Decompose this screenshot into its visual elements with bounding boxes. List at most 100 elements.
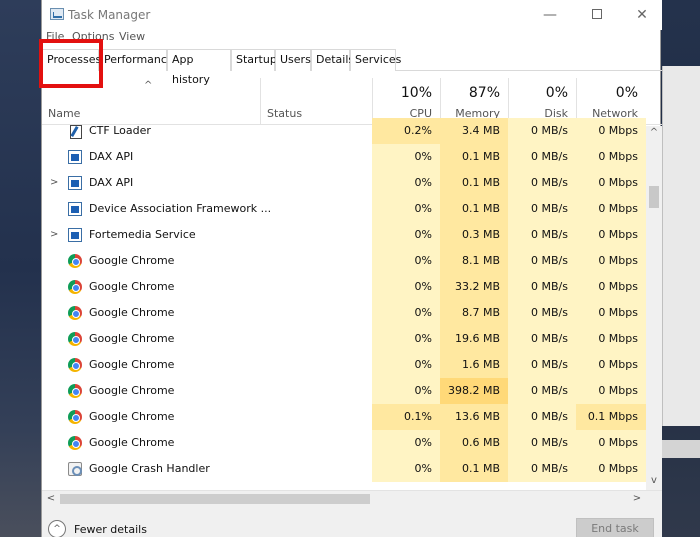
- process-name: Google Chrome: [89, 436, 175, 449]
- menu-view[interactable]: View: [119, 30, 145, 43]
- process-name: Google Chrome: [89, 384, 175, 397]
- cpu-cell: 0%: [372, 300, 440, 326]
- table-row[interactable]: Google Chrome 0% 0.6 MB 0 MB/s 0 Mbps: [42, 430, 646, 456]
- process-name: Google Chrome: [89, 280, 175, 293]
- process-name: Google Chrome: [89, 358, 175, 371]
- menu-file[interactable]: File: [46, 30, 64, 43]
- tab-performance[interactable]: Performance: [99, 49, 174, 71]
- close-button[interactable]: ✕: [622, 4, 662, 26]
- network-cell: 0.1 Mbps: [576, 404, 646, 430]
- memory-total-percent: 87%: [468, 85, 500, 101]
- tab-startup[interactable]: Startup: [231, 49, 277, 71]
- process-name: Fortemedia Service: [89, 228, 196, 241]
- disk-total-percent: 0%: [545, 85, 568, 101]
- network-total-percent: 0%: [615, 85, 638, 101]
- cpu-cell: 0%: [372, 222, 440, 248]
- table-row[interactable]: Google Chrome 0% 1.6 MB 0 MB/s 0 Mbps: [42, 352, 646, 378]
- app-icon: [68, 228, 82, 242]
- disk-cell: 0 MB/s: [508, 170, 576, 196]
- tab-users[interactable]: Users: [275, 49, 311, 71]
- maximize-button[interactable]: [577, 4, 617, 26]
- process-name: Device Association Framework ...: [89, 202, 272, 215]
- disk-cell: 0 MB/s: [508, 248, 576, 274]
- disk-cell: 0 MB/s: [508, 222, 576, 248]
- scroll-right-icon[interactable]: >: [630, 491, 644, 507]
- network-cell: 0 Mbps: [576, 326, 646, 352]
- expand-chevron-icon[interactable]: >: [50, 229, 58, 240]
- network-cell: 0 Mbps: [576, 378, 646, 404]
- chrome-icon: [68, 306, 82, 320]
- chrome-icon: [68, 384, 82, 398]
- table-row[interactable]: Google Chrome 0% 33.2 MB 0 MB/s 0 Mbps: [42, 274, 646, 300]
- disk-cell: 0 MB/s: [508, 326, 576, 352]
- network-cell: 0 Mbps: [576, 456, 646, 482]
- scroll-down-icon[interactable]: v: [646, 474, 662, 488]
- menu-options[interactable]: Options: [72, 30, 114, 43]
- network-cell: 0 Mbps: [576, 118, 646, 144]
- chrome-icon: [68, 358, 82, 372]
- horizontal-scroll-thumb[interactable]: [60, 494, 370, 504]
- disk-cell: 0 MB/s: [508, 300, 576, 326]
- memory-cell: 8.1 MB: [440, 248, 508, 274]
- table-row[interactable]: Google Chrome 0.1% 13.6 MB 0 MB/s 0.1 Mbps: [42, 404, 646, 430]
- chrome-icon: [68, 436, 82, 450]
- minimize-button[interactable]: —: [530, 4, 570, 26]
- memory-cell: 13.6 MB: [440, 404, 508, 430]
- cpu-total-percent: 10%: [400, 85, 432, 101]
- tab-app-history[interactable]: App history: [167, 49, 231, 86]
- background-window: [662, 66, 700, 426]
- task-manager-window: Task Manager — ✕ File Options View Proce…: [39, 0, 662, 537]
- table-row[interactable]: Google Chrome 0% 398.2 MB 0 MB/s 0 Mbps: [42, 378, 646, 404]
- scroll-left-icon[interactable]: <: [44, 491, 58, 507]
- table-row[interactable]: Google Chrome 0% 8.1 MB 0 MB/s 0 Mbps: [42, 248, 646, 274]
- memory-cell: 0.1 MB: [440, 144, 508, 170]
- tab-services[interactable]: Services: [350, 49, 401, 71]
- expand-chevron-icon[interactable]: >: [50, 177, 58, 188]
- memory-cell: 1.6 MB: [440, 352, 508, 378]
- chevron-up-icon[interactable]: ^: [48, 520, 66, 537]
- memory-cell: 8.7 MB: [440, 300, 508, 326]
- network-cell: 0 Mbps: [576, 222, 646, 248]
- cpu-cell: 0%: [372, 378, 440, 404]
- memory-cell: 33.2 MB: [440, 274, 508, 300]
- ctf-loader-icon: [68, 124, 82, 139]
- cpu-cell: 0%: [372, 170, 440, 196]
- process-name: Google Chrome: [89, 306, 175, 319]
- task-manager-icon: [50, 8, 64, 20]
- end-task-button[interactable]: End task: [576, 518, 654, 537]
- table-row[interactable]: > Fortemedia Service 0% 0.3 MB 0 MB/s 0 Mbps: [42, 222, 646, 248]
- table-row[interactable]: Google Crash Handler 0% 0.1 MB 0 MB/s 0 Mbps: [42, 456, 646, 482]
- tab-processes[interactable]: Processes: [42, 49, 101, 71]
- memory-cell: 0.1 MB: [440, 170, 508, 196]
- disk-cell: 0 MB/s: [508, 352, 576, 378]
- process-name: Google Chrome: [89, 332, 175, 345]
- network-cell: 0 Mbps: [576, 248, 646, 274]
- memory-cell: 0.3 MB: [440, 222, 508, 248]
- disk-cell: 0 MB/s: [508, 456, 576, 482]
- scroll-up-icon[interactable]: ^: [646, 126, 662, 140]
- vertical-scroll-thumb[interactable]: [649, 186, 659, 208]
- process-name: CTF Loader: [89, 124, 151, 137]
- memory-cell: 0.1 MB: [440, 456, 508, 482]
- table-row[interactable]: Device Association Framework ... 0% 0.1 MB…: [42, 196, 646, 222]
- maximize-icon: [592, 9, 602, 19]
- fewer-details-link[interactable]: Fewer details: [74, 523, 147, 536]
- app-icon: [68, 176, 82, 190]
- horizontal-scrollbar[interactable]: < >: [42, 490, 662, 506]
- table-row[interactable]: DAX API 0% 0.1 MB 0 MB/s 0 Mbps: [42, 144, 646, 170]
- title-bar[interactable]: Task Manager — ✕: [42, 0, 662, 30]
- tab-details[interactable]: Details: [311, 49, 354, 71]
- background-window-bar: [662, 440, 700, 458]
- table-row[interactable]: Google Chrome 0% 8.7 MB 0 MB/s 0 Mbps: [42, 300, 646, 326]
- table-row[interactable]: Google Chrome 0% 19.6 MB 0 MB/s 0 Mbps: [42, 326, 646, 352]
- cpu-cell: 0%: [372, 248, 440, 274]
- vertical-scrollbar[interactable]: ^ v: [646, 126, 662, 490]
- table-row[interactable]: CTF Loader 0.2% 3.4 MB 0 MB/s 0 Mbps: [42, 118, 646, 144]
- disk-cell: 0 MB/s: [508, 378, 576, 404]
- disk-cell: 0 MB/s: [508, 118, 576, 144]
- cpu-cell: 0.1%: [372, 404, 440, 430]
- cpu-cell: 0%: [372, 352, 440, 378]
- network-cell: 0 Mbps: [576, 170, 646, 196]
- network-cell: 0 Mbps: [576, 430, 646, 456]
- table-row[interactable]: > DAX API 0% 0.1 MB 0 MB/s 0 Mbps: [42, 170, 646, 196]
